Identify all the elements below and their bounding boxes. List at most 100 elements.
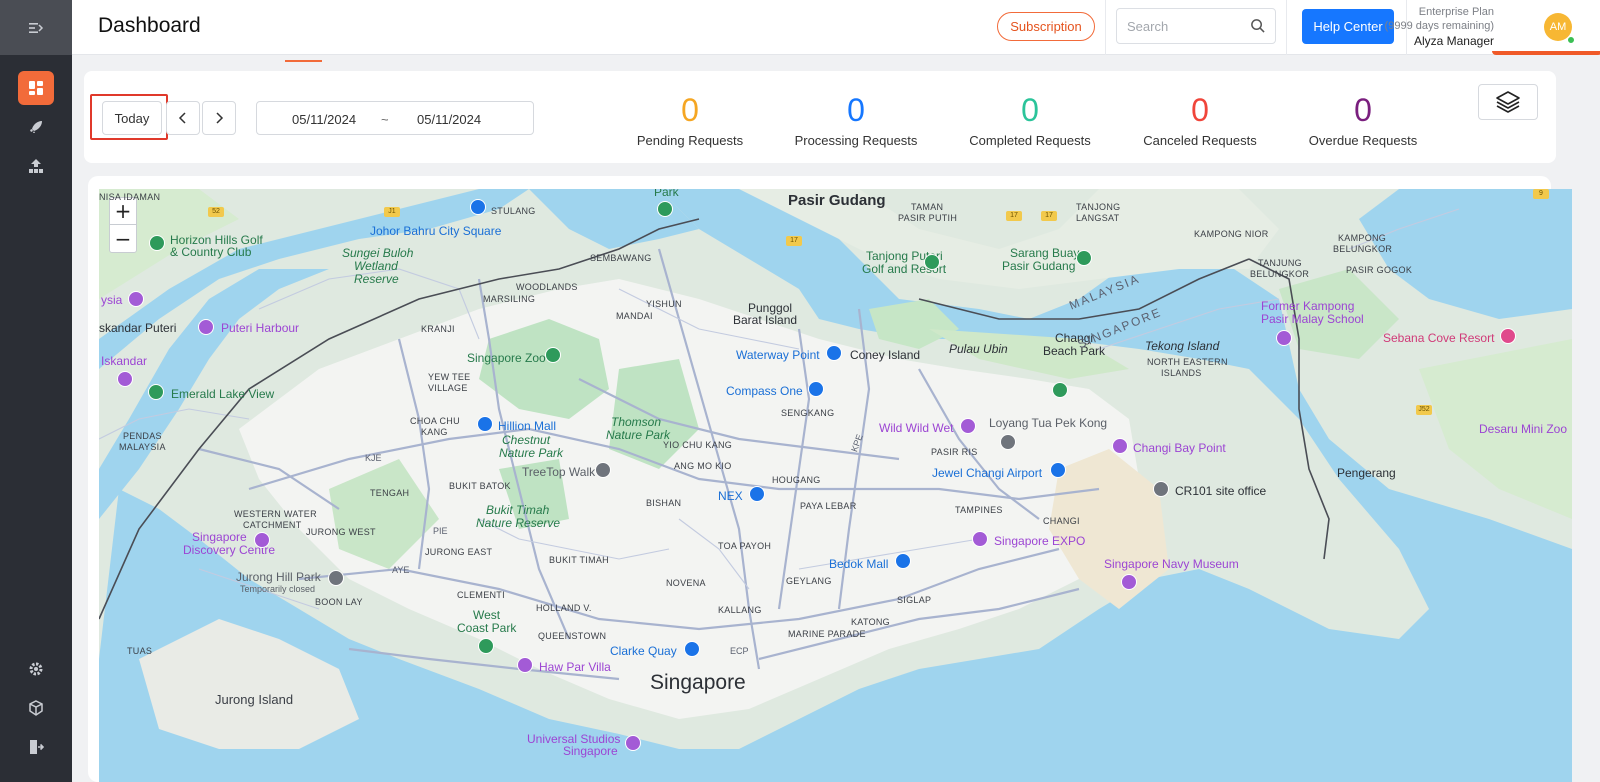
map-area-bukit-timah: BUKIT TIMAH bbox=[549, 555, 609, 565]
subscription-button[interactable]: Subscription bbox=[997, 12, 1095, 41]
next-day-button[interactable] bbox=[202, 101, 236, 135]
map-label-chestnut-1: Chestnut bbox=[502, 433, 551, 447]
map-label-pasir-gudang: Pasir Gudang bbox=[788, 192, 886, 209]
sidebar-item-packages[interactable] bbox=[18, 691, 54, 725]
collapse-menu-button[interactable] bbox=[0, 0, 72, 55]
zoo-pin-icon[interactable] bbox=[1076, 250, 1092, 266]
shopping-pin-icon[interactable] bbox=[826, 345, 842, 361]
map-label-sungei-buloh-2: Wetland bbox=[354, 259, 398, 273]
previous-day-button[interactable] bbox=[166, 101, 200, 135]
attraction-pin-icon[interactable] bbox=[254, 532, 270, 548]
map-area-ang-mo-kio: ANG MO KIO bbox=[674, 461, 732, 471]
gear-icon bbox=[29, 662, 43, 676]
sidebar-item-settings[interactable] bbox=[18, 652, 54, 686]
sidebar-item-network[interactable] bbox=[18, 149, 54, 183]
map-label-hillion-mall: Hillion Mall bbox=[498, 419, 557, 433]
stat-processing-value: 0 bbox=[847, 92, 865, 128]
map-area-tampines: TAMPINES bbox=[955, 505, 1003, 515]
today-button[interactable]: Today bbox=[102, 101, 162, 135]
shopping-pin-icon[interactable] bbox=[749, 486, 765, 502]
attraction-pin-icon[interactable] bbox=[972, 531, 988, 547]
stat-completed-label: Completed Requests bbox=[969, 133, 1091, 148]
map-label-iskandar: Iskandar bbox=[101, 354, 148, 368]
date-to[interactable]: 05/11/2024 bbox=[417, 112, 481, 127]
map-area-kampong-nior: KAMPONG NIOR bbox=[1194, 229, 1269, 239]
map-area-geylang: GEYLANG bbox=[786, 576, 832, 586]
park-pin-icon[interactable] bbox=[148, 384, 164, 400]
map-layers-button[interactable] bbox=[1478, 84, 1538, 120]
shopping-pin-icon[interactable] bbox=[470, 199, 486, 215]
stat-overdue-value: 0 bbox=[1354, 92, 1372, 128]
map-area-holland: HOLLAND V. bbox=[536, 603, 592, 613]
sidebar-item-rocket[interactable] bbox=[18, 110, 54, 144]
park-pin-icon[interactable] bbox=[328, 570, 344, 586]
map-label-loyang: Loyang Tua Pek Kong bbox=[989, 416, 1108, 430]
attraction-pin-icon[interactable] bbox=[625, 735, 641, 751]
map-label-pengerang: Pengerang bbox=[1337, 466, 1396, 480]
temple-pin-icon[interactable] bbox=[1000, 434, 1016, 450]
park-pin-icon[interactable] bbox=[1052, 382, 1068, 398]
map-area-tanjong-2: LANGSAT bbox=[1076, 213, 1120, 223]
attraction-pin-icon[interactable] bbox=[960, 418, 976, 434]
stat-processing[interactable]: 0 Processing Requests bbox=[776, 91, 936, 148]
route-shield: 17 bbox=[786, 236, 802, 246]
user-name[interactable]: Alyza Manager bbox=[1414, 34, 1494, 48]
sidebar bbox=[0, 0, 72, 782]
airport-pin-icon[interactable] bbox=[1050, 462, 1066, 478]
map-area-jurong-west: JURONG WEST bbox=[306, 527, 376, 537]
golf-pin-icon[interactable] bbox=[924, 254, 940, 270]
map-label-waterway: Waterway Point bbox=[736, 348, 820, 362]
search-input[interactable] bbox=[1127, 9, 1247, 43]
hotel-pin-icon[interactable] bbox=[1500, 328, 1516, 344]
stat-canceled[interactable]: 0 Canceled Requests bbox=[1120, 91, 1280, 148]
golf-pin-icon[interactable] bbox=[149, 235, 165, 251]
search-field[interactable] bbox=[1116, 8, 1276, 44]
map-area-bishan: BISHAN bbox=[646, 498, 682, 508]
map-label-bedok-mall: Bedok Mall bbox=[829, 557, 889, 571]
map-label-compass: Compass One bbox=[726, 384, 803, 398]
header-divider bbox=[1286, 0, 1287, 55]
map-label-ysia: ysia bbox=[101, 293, 123, 307]
help-center-button[interactable]: Help Center bbox=[1302, 9, 1394, 44]
map-area-queenstown: QUEENSTOWN bbox=[538, 631, 607, 641]
attraction-pin-icon[interactable] bbox=[1112, 438, 1128, 454]
map-label-sungei-buloh-3: Reserve bbox=[354, 272, 399, 286]
map-view[interactable]: + − Singapore Pasir Gudang Johor Bahru C… bbox=[99, 189, 1572, 782]
date-from[interactable]: 05/11/2024 bbox=[292, 112, 356, 127]
shopping-pin-icon[interactable] bbox=[895, 553, 911, 569]
site-location-pin-icon[interactable] bbox=[1153, 481, 1169, 497]
map-area-tengah: TENGAH bbox=[370, 488, 410, 498]
attraction-pin-icon[interactable] bbox=[1121, 574, 1137, 590]
attraction-pin-icon[interactable] bbox=[517, 657, 533, 673]
date-range-picker[interactable]: 05/11/2024 ~ 05/11/2024 bbox=[256, 101, 534, 135]
plan-name: Enterprise Plan bbox=[1418, 6, 1494, 18]
map-road-aye: AYE bbox=[392, 565, 410, 575]
top-header: Dashboard Subscription Help Center Enter… bbox=[72, 0, 1600, 62]
park-pin-icon[interactable] bbox=[657, 201, 673, 217]
map-road-kje: KJE bbox=[365, 453, 382, 463]
attraction-pin-icon[interactable] bbox=[198, 319, 214, 335]
map-label-puteri-harbour: Puteri Harbour bbox=[221, 321, 300, 335]
attraction-pin-icon[interactable] bbox=[117, 371, 133, 387]
map-area-paya-lebar: PAYA LEBAR bbox=[800, 501, 857, 511]
map-area-marine-parade: MARINE PARADE bbox=[788, 629, 866, 639]
shopping-pin-icon[interactable] bbox=[808, 381, 824, 397]
map-label-johor-bahru: Johor Bahru City Square bbox=[370, 224, 502, 238]
attraction-pin-icon[interactable] bbox=[1276, 330, 1292, 346]
collapse-menu-icon bbox=[29, 22, 44, 33]
hiking-pin-icon[interactable] bbox=[595, 462, 611, 478]
attraction-pin-icon[interactable] bbox=[128, 291, 144, 307]
stat-completed[interactable]: 0 Completed Requests bbox=[950, 91, 1110, 148]
stat-processing-label: Processing Requests bbox=[794, 133, 918, 148]
request-stats-card: Today 05/11/2024 ~ 05/11/2024 0 Pending … bbox=[84, 71, 1556, 163]
zoo-pin-icon[interactable] bbox=[545, 347, 561, 363]
stat-pending[interactable]: 0 Pending Requests bbox=[610, 91, 770, 148]
park-pin-icon[interactable] bbox=[478, 638, 494, 654]
sidebar-item-logout[interactable] bbox=[18, 730, 54, 764]
shopping-pin-icon[interactable] bbox=[684, 641, 700, 657]
stat-overdue[interactable]: 0 Overdue Requests bbox=[1283, 91, 1443, 148]
map-area-toa-payoh: TOA PAYOH bbox=[718, 541, 772, 551]
zoom-out-button[interactable]: − bbox=[110, 225, 136, 252]
shopping-pin-icon[interactable] bbox=[477, 416, 493, 432]
sidebar-item-dashboard[interactable] bbox=[18, 71, 54, 105]
